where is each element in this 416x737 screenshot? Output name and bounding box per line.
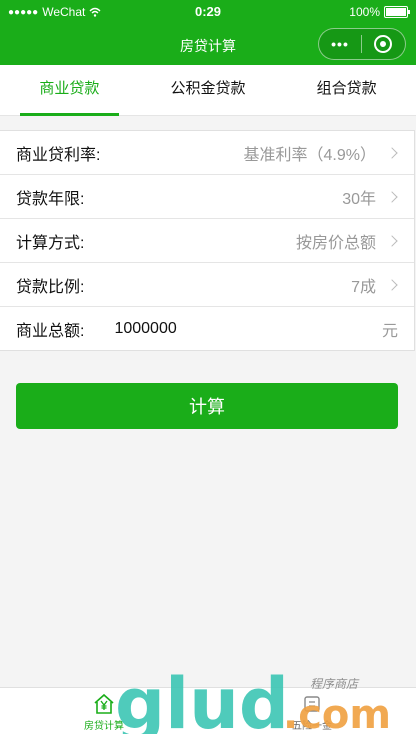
tab-combined-loan[interactable]: 组合贷款 bbox=[277, 65, 416, 115]
house-yuan-icon bbox=[94, 693, 114, 714]
tabbar-label-mortgage: 房贷计算 bbox=[84, 721, 124, 732]
bottom-tabbar: 房贷计算 五险一金 bbox=[0, 687, 416, 737]
tab-commercial-loan[interactable]: 商业贷款 bbox=[0, 65, 139, 116]
rate-row[interactable]: 商业贷利率: 基准利率（4.9%） bbox=[0, 131, 414, 175]
term-label: 贷款年限: bbox=[16, 190, 85, 208]
ratio-label: 贷款比例: bbox=[16, 278, 85, 296]
loan-type-tabs: 商业贷款 公积金贷款 组合贷款 bbox=[0, 65, 416, 116]
status-bar: ●●●●● WeChat 0:29 100% bbox=[0, 0, 416, 26]
method-row[interactable]: 计算方式: 按房价总额 bbox=[0, 219, 414, 263]
calculate-button[interactable]: 计算 bbox=[16, 383, 398, 429]
ratio-value: 7成 bbox=[351, 278, 376, 296]
close-circle-icon bbox=[374, 35, 392, 53]
close-button[interactable] bbox=[362, 35, 404, 53]
term-value: 30年 bbox=[342, 190, 376, 208]
battery-percent: 100% bbox=[349, 5, 380, 19]
total-row: 商业总额: 元 bbox=[0, 307, 414, 350]
total-unit: 元 bbox=[381, 322, 398, 340]
method-value: 按房价总额 bbox=[295, 234, 376, 252]
tab-provident-fund-loan[interactable]: 公积金贷款 bbox=[139, 65, 278, 115]
tabbar-item-mortgage[interactable]: 房贷计算 bbox=[0, 688, 208, 737]
insurance-icon bbox=[304, 696, 320, 712]
method-label: 计算方式: bbox=[16, 234, 85, 252]
total-amount-input[interactable] bbox=[114, 319, 315, 338]
tabbar-item-insurance[interactable]: 五险一金 bbox=[208, 688, 416, 737]
miniprogram-capsule: ••• bbox=[318, 28, 406, 60]
total-label: 商业总额: bbox=[16, 322, 85, 340]
rate-value: 基准利率（4.9%） bbox=[243, 146, 376, 164]
ratio-row[interactable]: 贷款比例: 7成 bbox=[0, 263, 414, 307]
term-row[interactable]: 贷款年限: 30年 bbox=[0, 175, 414, 219]
status-right: 100% bbox=[349, 5, 410, 19]
nav-bar: 房贷计算 ••• bbox=[0, 26, 416, 65]
chevron-right-icon bbox=[386, 278, 398, 291]
chevron-right-icon bbox=[386, 234, 398, 247]
chevron-right-icon bbox=[386, 190, 398, 203]
more-button[interactable]: ••• bbox=[319, 36, 361, 52]
chevron-right-icon bbox=[386, 146, 398, 159]
loan-form: 商业贷利率: 基准利率（4.9%） 贷款年限: 30年 计算方式: 按房价总额 … bbox=[0, 130, 415, 351]
battery-icon bbox=[384, 6, 410, 18]
rate-label: 商业贷利率: bbox=[16, 146, 101, 164]
tabbar-label-insurance: 五险一金 bbox=[292, 721, 332, 732]
